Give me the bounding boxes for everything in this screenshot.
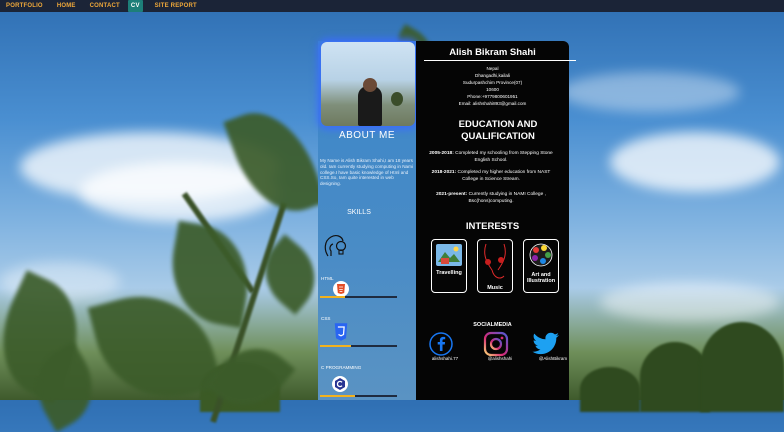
nav-home[interactable]: HOME xyxy=(51,0,84,12)
education-text: Completed my higher education from NAST … xyxy=(457,170,551,182)
interest-label: Music xyxy=(487,285,503,291)
about-text: My Name is Alish Bikram Shahi,I am 18 ye… xyxy=(320,158,413,187)
skill-bar-css xyxy=(320,345,397,347)
name-divider xyxy=(424,60,576,61)
interests-title: INTERESTS xyxy=(465,221,520,232)
html5-icon xyxy=(333,281,349,297)
interest-card-music[interactable]: Music xyxy=(477,239,513,293)
skills-title: SKILLS xyxy=(347,209,371,216)
info-phone: Phone:+9779800601951 xyxy=(467,94,518,99)
twitter-handle[interactable]: @AlishBikram xyxy=(528,356,578,361)
education-years: 2021-present: xyxy=(436,192,468,197)
nav-cv[interactable]: CV xyxy=(127,0,143,12)
info-country: Nepal xyxy=(486,66,499,71)
facebook-handle[interactable]: alishshahi.77 xyxy=(420,356,470,361)
skill-bar-html xyxy=(320,296,397,298)
c-language-icon xyxy=(332,376,348,392)
skill-bar-c xyxy=(320,395,397,397)
instagram-handle[interactable]: @alishshahi xyxy=(475,356,525,361)
head-bulb-icon xyxy=(324,235,347,257)
social-title: SOCIALMEDIA xyxy=(473,322,512,328)
education-text: Currently studying in NAMI College , Bsc… xyxy=(468,192,546,204)
education-item: 2021-present: Currently studying in NAMI… xyxy=(424,192,558,205)
info-province: Sudurpashchim Province(07) xyxy=(462,80,523,85)
profile-photo xyxy=(321,42,415,126)
education-title: EDUCATION AND QUALIFICATION xyxy=(458,119,538,142)
info-postcode: 10600 xyxy=(486,87,499,92)
skill-label-css: CSS xyxy=(321,316,331,321)
skill-label-c: C PROGRAMMING xyxy=(321,365,362,370)
nav-portfolio[interactable]: PORTFOLIO xyxy=(0,0,51,12)
twitter-icon[interactable] xyxy=(531,331,561,357)
nav-site-report[interactable]: SITE REPORT xyxy=(149,0,205,12)
interest-card-art[interactable]: Art and Illustration xyxy=(523,239,559,293)
interest-label: Art and Illustration xyxy=(526,272,556,284)
art-palette-icon xyxy=(529,243,553,267)
education-years: 2018-2021: xyxy=(431,170,457,175)
education-item: 2018-2021: Completed my higher education… xyxy=(424,170,558,183)
interest-label: Travelling xyxy=(436,270,462,276)
skill-label-html: HTML xyxy=(321,276,334,281)
facebook-icon[interactable] xyxy=(428,331,454,357)
education-years: 2005-2018: xyxy=(429,151,454,156)
interest-card-travelling[interactable]: Travelling xyxy=(431,239,467,293)
instagram-icon[interactable] xyxy=(483,331,509,357)
nav-contact[interactable]: CONTACT xyxy=(84,0,128,12)
travel-icon xyxy=(436,244,462,266)
education-text: Completed my schooling from Stepping Sto… xyxy=(455,151,553,163)
education-item: 2005-2018: Completed my schooling from S… xyxy=(424,151,558,164)
music-earphones-icon xyxy=(484,243,506,279)
css3-icon xyxy=(334,323,348,341)
top-nav: PORTFOLIO HOME CONTACT CV SITE REPORT xyxy=(0,0,784,12)
info-city: Dhangadhi,kailali xyxy=(475,73,510,78)
about-title: ABOUT ME xyxy=(338,130,396,141)
info-email[interactable]: Email: alishshahi893@gmail.com xyxy=(416,101,569,106)
person-name: Alish Bikram Shahi xyxy=(449,47,536,58)
